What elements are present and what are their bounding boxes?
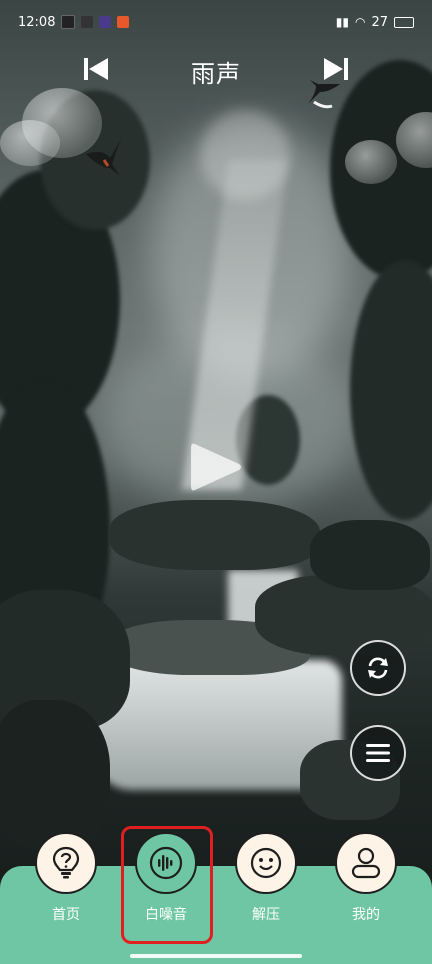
skip-next-icon [324, 58, 348, 80]
refresh-button[interactable] [350, 640, 406, 696]
rock [310, 520, 430, 590]
swallow-bird [86, 138, 122, 176]
page-title: 雨声 [191, 60, 241, 88]
cloud [0, 120, 60, 166]
status-right: ▮▮ ◠ 27 [336, 15, 414, 30]
signal-icon: ▮▮ [335, 15, 349, 29]
smiley-face-icon [250, 847, 282, 879]
highlight-box [121, 826, 213, 944]
home-indicator [130, 954, 302, 958]
play-button[interactable] [183, 436, 245, 498]
battery-icon [394, 16, 414, 28]
notification-icon [99, 16, 112, 28]
header: 雨声 [0, 48, 432, 92]
notification-icon [61, 15, 76, 29]
tab-relax-label: 解压 [252, 907, 280, 923]
tab-profile-circle [335, 832, 397, 894]
menu-button[interactable] [350, 725, 406, 781]
rock [110, 500, 320, 570]
refresh-icon [368, 657, 388, 679]
status-bar: 12:08 ▮▮ ◠ 27 [18, 12, 414, 32]
menu-icon [366, 744, 390, 762]
tab-relax[interactable]: 解压 [233, 832, 299, 924]
tree [350, 260, 432, 520]
tab-profile-label: 我的 [352, 907, 380, 923]
cloud [345, 140, 397, 184]
tab-home-circle [35, 832, 97, 894]
notification-icon [117, 16, 130, 28]
tab-relax-circle [235, 832, 297, 894]
rock [0, 700, 110, 850]
play-icon [191, 443, 241, 491]
next-track-button[interactable] [318, 52, 352, 86]
tab-profile[interactable]: 我的 [333, 832, 399, 924]
tab-home[interactable]: 首页 [33, 832, 99, 924]
lightbulb-question-icon [52, 846, 80, 879]
tab-home-label: 首页 [52, 907, 80, 923]
notification-icon [81, 16, 94, 28]
status-time: 12:08 [18, 14, 56, 30]
battery-level: 27 [371, 14, 388, 30]
user-profile-icon [351, 847, 381, 879]
wifi-icon: ◠ [354, 15, 366, 29]
